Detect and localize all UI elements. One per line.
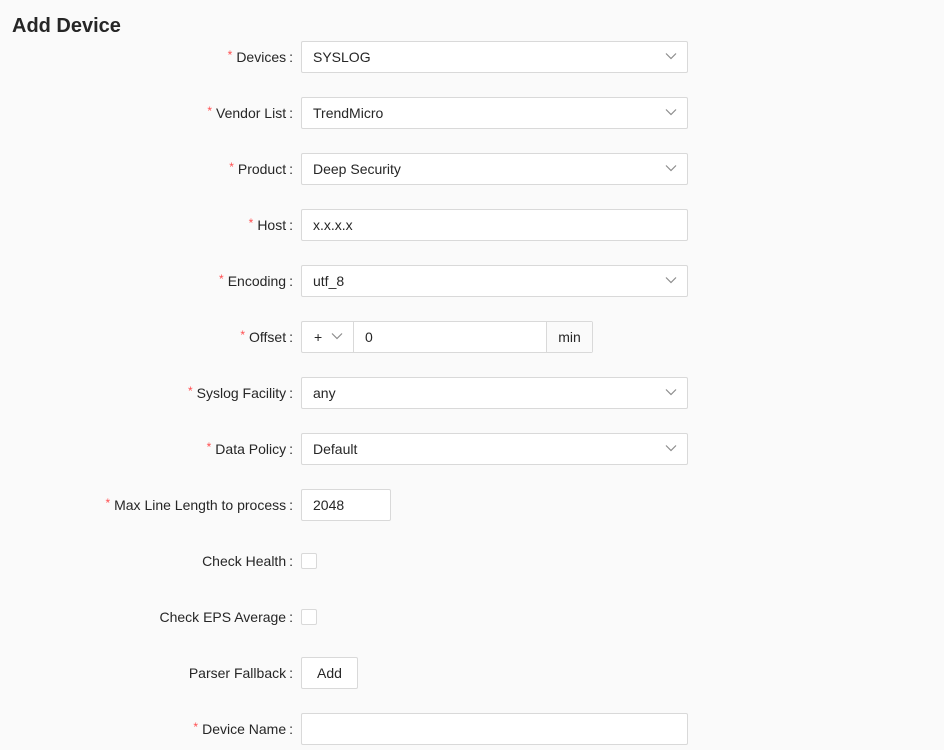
max-line-length-row: * Max Line Length to process: 2048	[0, 489, 944, 521]
syslog-facility-label: * Syslog Facility:	[187, 384, 293, 401]
syslog-facility-select[interactable]: any	[301, 377, 688, 409]
syslog-facility-select-value: any	[313, 385, 336, 401]
required-mark: *	[240, 328, 246, 342]
product-select[interactable]: Deep Security	[301, 153, 688, 185]
check-health-label: Check Health:	[202, 553, 293, 569]
page-title: Add Device	[12, 15, 121, 37]
max-line-length-input[interactable]: 2048	[301, 489, 391, 521]
parser-fallback-row: Parser Fallback: Add	[0, 657, 944, 689]
vendor-list-select[interactable]: TrendMicro	[301, 97, 688, 129]
max-line-length-value: 2048	[313, 497, 345, 513]
chevron-down-icon	[665, 388, 677, 396]
required-mark: *	[248, 216, 254, 230]
host-row: * Host: x.x.x.x	[0, 209, 944, 241]
check-eps-average-label: Check EPS Average:	[159, 609, 294, 625]
check-eps-average-row: Check EPS Average:	[0, 601, 944, 633]
parser-fallback-label: Parser Fallback:	[188, 665, 293, 681]
product-label: * Product:	[229, 160, 293, 177]
devices-row: * Devices: SYSLOG	[0, 41, 944, 73]
required-mark: *	[193, 720, 199, 734]
encoding-row: * Encoding: utf_8	[0, 265, 944, 297]
required-mark: *	[105, 496, 111, 510]
check-eps-average-checkbox[interactable]	[301, 609, 317, 625]
chevron-down-icon	[331, 332, 343, 340]
device-name-label: * Device Name:	[193, 720, 293, 737]
max-line-length-label: * Max Line Length to process:	[105, 496, 293, 513]
product-select-value: Deep Security	[313, 161, 401, 177]
data-policy-label: * Data Policy:	[206, 440, 293, 457]
offset-number-input[interactable]: 0	[354, 322, 547, 352]
vendor-list-row: * Vendor List: TrendMicro	[0, 97, 944, 129]
required-mark: *	[206, 440, 212, 454]
data-policy-row: * Data Policy: Default	[0, 433, 944, 465]
device-name-input[interactable]	[301, 713, 688, 745]
device-name-row: * Device Name:	[0, 713, 944, 745]
syslog-facility-row: * Syslog Facility: any	[0, 377, 944, 409]
offset-input-group: + 0 min	[301, 321, 593, 353]
chevron-down-icon	[665, 52, 677, 60]
required-mark: *	[229, 160, 234, 174]
host-input-value: x.x.x.x	[313, 217, 353, 233]
vendor-list-label: * Vendor List:	[207, 104, 293, 121]
encoding-select-value: utf_8	[313, 273, 345, 289]
offset-sign-select[interactable]: +	[302, 322, 354, 352]
chevron-down-icon	[665, 276, 677, 284]
check-health-row: Check Health:	[0, 545, 944, 577]
offset-number-value: 0	[365, 329, 373, 345]
offset-unit-addon: min	[546, 322, 592, 352]
offset-label: * Offset:	[240, 328, 293, 345]
data-policy-select[interactable]: Default	[301, 433, 688, 465]
encoding-label: * Encoding:	[219, 272, 293, 289]
offset-sign-value: +	[314, 329, 323, 345]
chevron-down-icon	[665, 108, 677, 116]
devices-label: * Devices:	[227, 48, 293, 65]
required-mark: *	[207, 104, 213, 118]
required-mark: *	[227, 48, 233, 62]
devices-select-value: SYSLOG	[313, 49, 371, 65]
required-mark: *	[219, 272, 224, 286]
host-input[interactable]: x.x.x.x	[301, 209, 688, 241]
required-mark: *	[187, 384, 193, 398]
product-row: * Product: Deep Security	[0, 153, 944, 185]
host-label: * Host:	[248, 216, 293, 233]
vendor-list-select-value: TrendMicro	[313, 105, 384, 121]
encoding-select[interactable]: utf_8	[301, 265, 688, 297]
chevron-down-icon	[665, 444, 677, 452]
chevron-down-icon	[665, 164, 677, 172]
offset-row: * Offset: + 0 min	[0, 321, 944, 353]
check-health-checkbox[interactable]	[301, 553, 317, 569]
data-policy-select-value: Default	[313, 441, 358, 457]
devices-select[interactable]: SYSLOG	[301, 41, 688, 73]
parser-fallback-add-button[interactable]: Add	[301, 657, 358, 689]
